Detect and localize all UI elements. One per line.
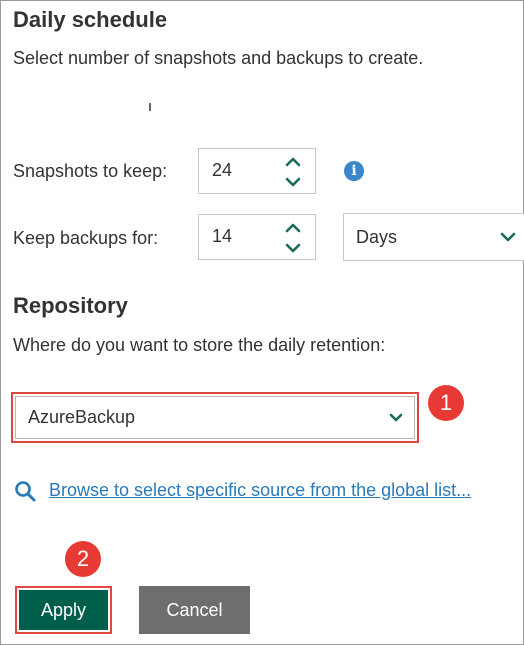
daily-schedule-title: Daily schedule — [13, 7, 168, 32]
backups-value[interactable]: 14 — [212, 226, 232, 247]
backup-unit-value: Days — [356, 227, 398, 247]
chevron-down-icon[interactable] — [283, 174, 303, 190]
cancel-button[interactable]: Cancel — [139, 586, 250, 634]
repository-select[interactable]: AzureBackup — [15, 396, 415, 439]
step-badge-2: 2 — [65, 541, 101, 577]
backups-stepper[interactable]: 14 — [198, 214, 316, 260]
snapshots-value[interactable]: 24 — [212, 160, 232, 181]
dialog-frame: Daily schedule Select number of snapshot… — [0, 0, 524, 645]
step-badge-1: 1 — [428, 385, 464, 421]
chevron-down-icon[interactable] — [283, 240, 303, 256]
browse-global-list-link[interactable]: Browse to select specific source from th… — [49, 480, 471, 501]
repository-selected-value: AzureBackup — [28, 407, 136, 427]
snapshots-stepper[interactable]: 24 — [198, 148, 316, 194]
snapshots-label: Snapshots to keep: — [13, 161, 168, 181]
backup-unit-select[interactable]: Days — [343, 213, 524, 261]
repository-description: Where do you want to store the daily ret… — [13, 335, 386, 355]
apply-button[interactable]: Apply — [19, 590, 108, 630]
divider-mark — [149, 103, 151, 111]
backups-label: Keep backups for: — [13, 228, 159, 248]
chevron-up-icon[interactable] — [283, 154, 303, 170]
search-icon[interactable] — [13, 479, 37, 503]
chevron-down-icon — [389, 413, 403, 422]
repository-title: Repository — [13, 293, 128, 318]
chevron-down-icon — [500, 232, 516, 242]
info-icon[interactable]: i — [344, 161, 364, 181]
daily-schedule-description: Select number of snapshots and backups t… — [13, 48, 424, 68]
chevron-up-icon[interactable] — [283, 220, 303, 236]
